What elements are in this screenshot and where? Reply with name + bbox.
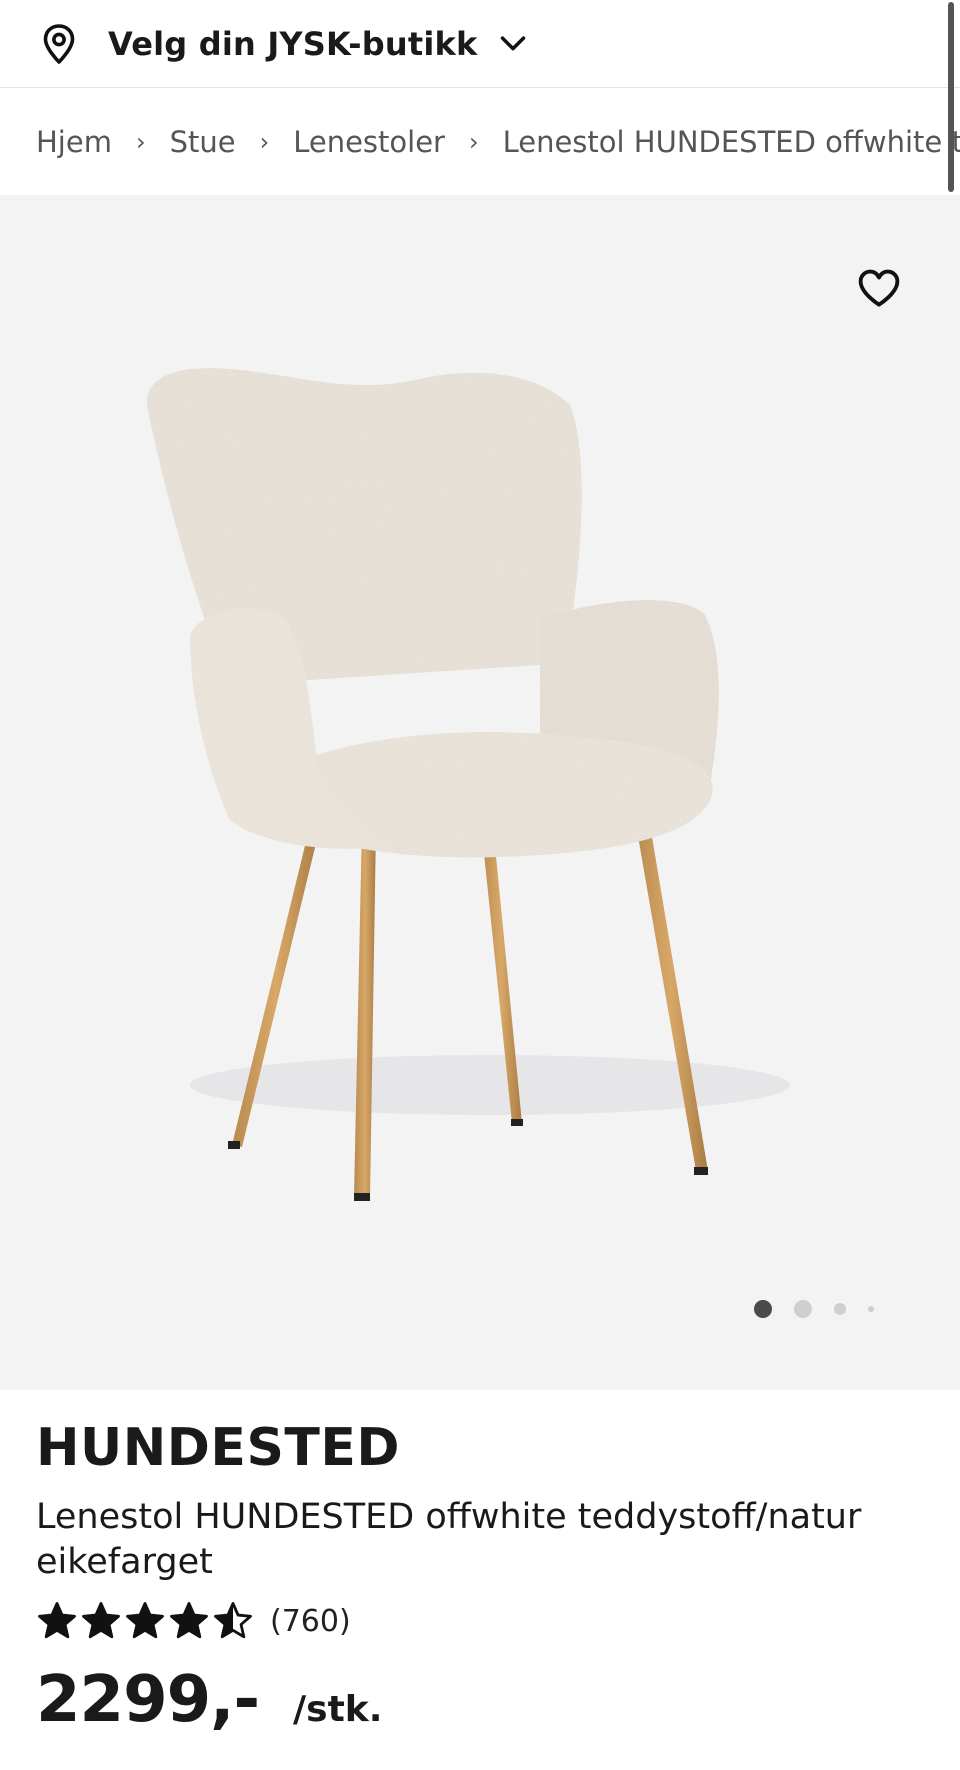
location-pin-icon [43, 23, 75, 64]
gallery-dot[interactable] [794, 1300, 812, 1318]
breadcrumb-item-hjem[interactable]: Hjem [36, 125, 112, 159]
rating-stars [36, 1600, 256, 1642]
breadcrumb: Hjem › Stue › Lenestoler › Lenestol HUND… [0, 89, 960, 195]
breadcrumb-item-stue[interactable]: Stue [170, 125, 236, 159]
heart-outline-icon[interactable] [856, 267, 902, 309]
gallery-dot-active[interactable] [754, 1300, 772, 1318]
breadcrumb-separator-icon: › [259, 128, 270, 156]
gallery-pagination [754, 1300, 896, 1318]
review-count[interactable]: (760) [270, 1604, 351, 1639]
product-brand: HUNDESTED [36, 1418, 401, 1478]
breadcrumb-separator-icon: › [468, 128, 479, 156]
price-unit: /stk. [293, 1689, 383, 1731]
armchair-product-image [146, 368, 790, 1201]
product-info: HUNDESTED Lenestol HUNDESTED offwhite te… [0, 1390, 960, 1770]
star-half-icon [214, 1602, 252, 1639]
price-row: 2299,- /stk. [36, 1663, 960, 1737]
gallery-dot[interactable] [868, 1306, 874, 1312]
product-title: Lenestol HUNDESTED offwhite teddystoff/n… [36, 1497, 862, 1583]
breadcrumb-item-lenestoler[interactable]: Lenestoler [293, 125, 445, 159]
star-full-icon [38, 1602, 76, 1639]
chevron-down-icon[interactable] [499, 34, 527, 54]
star-full-icon [126, 1602, 164, 1639]
product-price: 2299,- [36, 1663, 260, 1738]
breadcrumb-item-current: Lenestol HUNDESTED offwhite teddystoff/n… [502, 125, 960, 159]
gallery-dot[interactable] [834, 1303, 846, 1315]
product-rating[interactable]: (760) [36, 1599, 960, 1643]
star-full-icon [82, 1602, 120, 1639]
product-image-gallery[interactable] [0, 195, 960, 1390]
store-selector[interactable]: Velg din JYSK-butikk [0, 0, 960, 88]
star-full-icon [170, 1602, 208, 1639]
store-selector-label: Velg din JYSK-butikk [108, 24, 478, 63]
breadcrumb-separator-icon: › [135, 128, 146, 156]
